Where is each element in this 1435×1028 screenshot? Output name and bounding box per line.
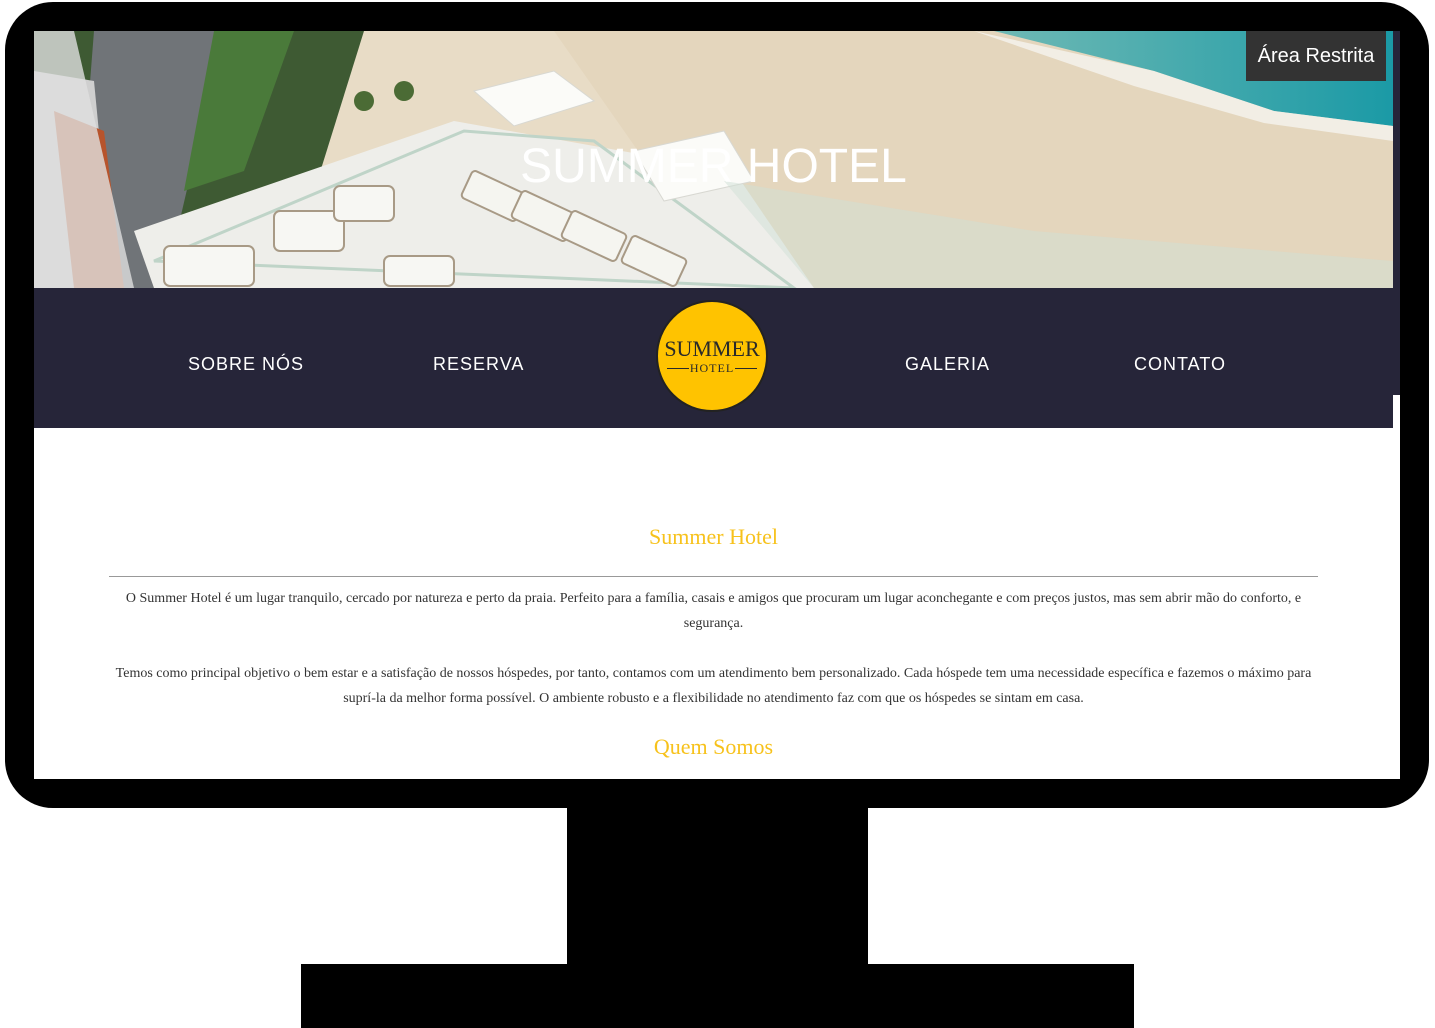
hero-banner: SUMMER HOTEL Área Restrita	[34, 31, 1393, 288]
section-divider	[109, 576, 1318, 577]
logo-text-summer: SUMMER	[664, 336, 760, 361]
nav-side-strip	[1393, 31, 1400, 395]
monitor-stand-neck	[567, 800, 868, 966]
nav-item-reserva[interactable]: RESERVA	[433, 354, 524, 375]
about-paragraph-1: O Summer Hotel é um lugar tranquilo, cer…	[125, 591, 1302, 631]
website-screen: SUMMER HOTEL Área Restrita SOBRE NÓS RES…	[34, 31, 1400, 779]
summer-hotel-logo[interactable]: SUMMER HOTEL	[656, 300, 768, 412]
nav-item-contato[interactable]: CONTATO	[1134, 354, 1226, 375]
restricted-area-button[interactable]: Área Restrita	[1246, 31, 1386, 81]
logo-rule-right	[735, 368, 757, 369]
main-navigation: SOBRE NÓS RESERVA SUMMER HOTEL GALERIA C…	[34, 288, 1393, 428]
nav-item-galeria[interactable]: GALERIA	[905, 354, 990, 375]
about-section: Summer Hotel O Summer Hotel é um lugar t…	[34, 428, 1400, 779]
about-paragraph-2: Temos como principal objetivo o bem esta…	[115, 666, 1312, 706]
section-subheading: Quem Somos	[653, 734, 774, 759]
monitor-stand-base	[301, 964, 1134, 1028]
section-heading: Summer Hotel	[649, 524, 778, 549]
hero-title: SUMMER HOTEL	[520, 140, 907, 193]
nav-item-sobre-nos[interactable]: SOBRE NÓS	[188, 354, 304, 375]
